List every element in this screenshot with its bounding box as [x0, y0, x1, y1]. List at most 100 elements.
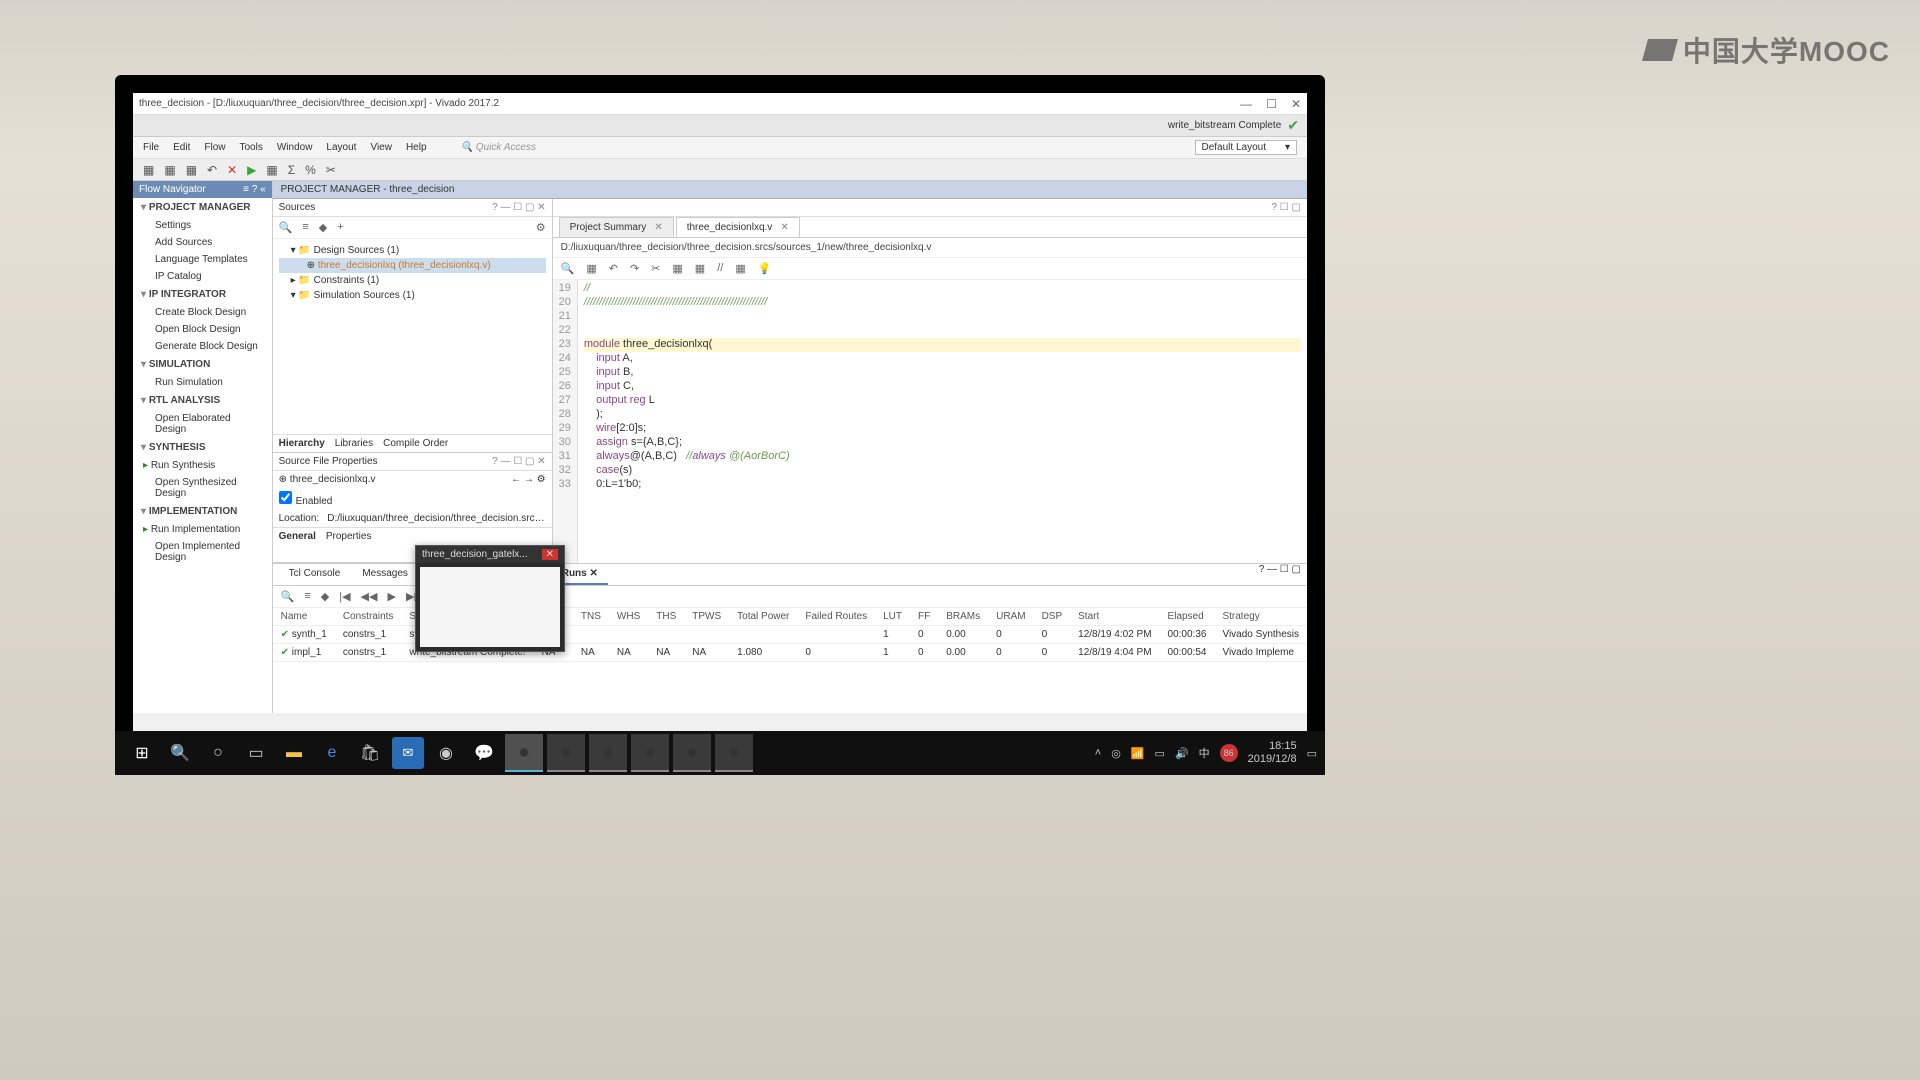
percent-icon[interactable]: %: [305, 163, 316, 177]
add-icon[interactable]: +: [337, 221, 343, 234]
vivado-app-5[interactable]: ⬣: [673, 734, 711, 735]
play-icon[interactable]: ▶: [387, 590, 395, 603]
tab-tcl[interactable]: Tcl Console: [279, 564, 351, 585]
tab-hierarchy[interactable]: Hierarchy: [279, 438, 325, 449]
close-icon[interactable]: ✕: [654, 222, 662, 233]
filter-icon[interactable]: ◆: [319, 221, 327, 234]
menu-window[interactable]: Window: [277, 142, 313, 153]
tab-messages[interactable]: Messages: [352, 564, 418, 585]
nav-create-block[interactable]: Create Block Design: [133, 304, 272, 321]
paste-icon[interactable]: ▦: [695, 262, 705, 275]
menu-help[interactable]: Help: [406, 142, 427, 153]
editor-controls[interactable]: ? ☐ ▢: [1271, 202, 1301, 213]
nav-sec-impl[interactable]: IMPLEMENTATION: [133, 502, 272, 521]
open-icon[interactable]: ▦: [164, 163, 175, 177]
tree-design-sources[interactable]: ▾ 📁 Design Sources (1): [279, 243, 546, 258]
tab-compile-order[interactable]: Compile Order: [383, 438, 448, 449]
tree-file-selected[interactable]: ⊕ three_decisionlxq (three_decisionlxq.v…: [279, 258, 546, 273]
tree-sim-sources[interactable]: ▾ 📁 Simulation Sources (1): [279, 288, 546, 303]
tab-general[interactable]: General: [279, 531, 316, 542]
menu-layout[interactable]: Layout: [326, 142, 356, 153]
menu-tools[interactable]: Tools: [239, 142, 262, 153]
close-button[interactable]: ✕: [1291, 97, 1301, 111]
bulb-icon[interactable]: 💡: [758, 262, 772, 275]
nav-lang-templates[interactable]: Language Templates: [133, 251, 272, 268]
nav-sec-synth[interactable]: SYNTHESIS: [133, 438, 272, 457]
nav-open-elab[interactable]: Open Elaborated Design: [133, 410, 272, 438]
cut-icon[interactable]: ✂: [326, 163, 336, 177]
search-icon[interactable]: 🔍: [281, 590, 295, 603]
nav-ip-catalog[interactable]: IP Catalog: [133, 268, 272, 285]
nav-settings[interactable]: Settings: [133, 217, 272, 234]
nav-sec-pm[interactable]: PROJECT MANAGER: [133, 198, 272, 217]
collapse-icon[interactable]: ≡: [302, 221, 308, 234]
editor-toolbar: 🔍 ▦ ↶ ↷ ✂ ▦ ▦ // ▦ 💡: [553, 258, 1307, 280]
filter-icon[interactable]: ◆: [321, 590, 329, 603]
copy-icon[interactable]: ▦: [672, 262, 682, 275]
nav-add-sources[interactable]: Add Sources: [133, 234, 272, 251]
props-nav[interactable]: ← → ⚙: [511, 474, 546, 485]
menu-flow[interactable]: Flow: [204, 142, 225, 153]
maximize-button[interactable]: ☐: [1266, 97, 1277, 111]
search-icon[interactable]: 🔍: [561, 262, 575, 275]
screen: three_decision - [D:/liuxuquan/three_dec…: [133, 93, 1307, 735]
cancel-icon[interactable]: ✕: [227, 163, 237, 177]
tab-project-summary[interactable]: Project Summary✕: [559, 217, 674, 237]
nav-open-impl[interactable]: Open Implemented Design: [133, 538, 272, 566]
redo-icon[interactable]: ↷: [630, 262, 639, 275]
minimize-button[interactable]: —: [1240, 97, 1252, 111]
save-icon[interactable]: ▦: [186, 163, 197, 177]
layout-select[interactable]: Default Layout: [1195, 140, 1298, 155]
menu-bar: File Edit Flow Tools Window Layout View …: [133, 137, 1307, 159]
pause-icon[interactable]: ▦: [266, 163, 277, 177]
taskbar-preview[interactable]: three_decision_gatelx...✕: [415, 545, 565, 652]
vivado-app-3[interactable]: ⬣: [589, 734, 627, 735]
window-title: three_decision - [D:/liuxuquan/three_dec…: [139, 98, 1240, 109]
menu-view[interactable]: View: [370, 142, 392, 153]
menu-file[interactable]: File: [143, 142, 159, 153]
menu-edit[interactable]: Edit: [173, 142, 190, 153]
undo-icon[interactable]: ↶: [207, 163, 217, 177]
nav-run-sim[interactable]: Run Simulation: [133, 374, 272, 391]
run-icon[interactable]: ▶: [247, 163, 256, 177]
nav-sec-sim[interactable]: SIMULATION: [133, 355, 272, 374]
gear-icon[interactable]: ⚙: [536, 221, 546, 234]
preview-close[interactable]: ✕: [542, 549, 558, 560]
collapse-icon[interactable]: ≡: [304, 590, 310, 603]
tab-source-file[interactable]: three_decisionlxq.v✕: [676, 217, 800, 237]
nav-run-impl[interactable]: Run Implementation: [133, 521, 272, 538]
props-controls[interactable]: ? — ☐ ▢ ✕: [492, 456, 545, 467]
cut-icon[interactable]: ✂: [651, 262, 660, 275]
code-body[interactable]: ////////////////////////////////////////…: [578, 280, 1307, 563]
nav-sec-rtl[interactable]: RTL ANALYSIS: [133, 391, 272, 410]
tab-properties[interactable]: Properties: [326, 531, 372, 542]
vivado-app-2[interactable]: ⬣: [547, 734, 585, 735]
code-area[interactable]: 192021222324252627282930313233 /////////…: [553, 280, 1307, 563]
line-gutter: 192021222324252627282930313233: [553, 280, 578, 563]
new-icon[interactable]: ▦: [143, 163, 154, 177]
nav-open-block[interactable]: Open Block Design: [133, 321, 272, 338]
prev-icon[interactable]: ◀◀: [361, 590, 378, 603]
first-icon[interactable]: |◀: [339, 590, 350, 603]
vivado-app-6[interactable]: ⬣: [715, 734, 753, 735]
sigma-icon[interactable]: Σ: [288, 163, 295, 177]
bottom-controls[interactable]: ? — ☐ ▢: [1259, 564, 1301, 585]
close-icon[interactable]: ✕: [590, 568, 598, 579]
enabled-checkbox[interactable]: Enabled: [279, 491, 333, 507]
nav-run-synth[interactable]: Run Synthesis: [133, 457, 272, 474]
tree-constraints[interactable]: ▸ 📁 Constraints (1): [279, 273, 546, 288]
vivado-app-4[interactable]: ⬣: [631, 734, 669, 735]
vivado-app-1[interactable]: ⬣: [505, 734, 543, 735]
tab-libraries[interactable]: Libraries: [335, 438, 373, 449]
nav-sec-ip[interactable]: IP INTEGRATOR: [133, 285, 272, 304]
comment-icon[interactable]: //: [717, 262, 723, 275]
undo-icon[interactable]: ↶: [609, 262, 618, 275]
quick-access-input[interactable]: 🔍 Quick Access: [461, 142, 536, 153]
sources-controls[interactable]: ? — ☐ ▢ ✕: [492, 202, 545, 213]
indent-icon[interactable]: ▦: [735, 262, 745, 275]
search-icon[interactable]: 🔍: [279, 221, 293, 234]
save-icon[interactable]: ▦: [586, 262, 596, 275]
nav-gen-block[interactable]: Generate Block Design: [133, 338, 272, 355]
nav-open-synth[interactable]: Open Synthesized Design: [133, 474, 272, 502]
close-icon[interactable]: ✕: [780, 222, 788, 233]
